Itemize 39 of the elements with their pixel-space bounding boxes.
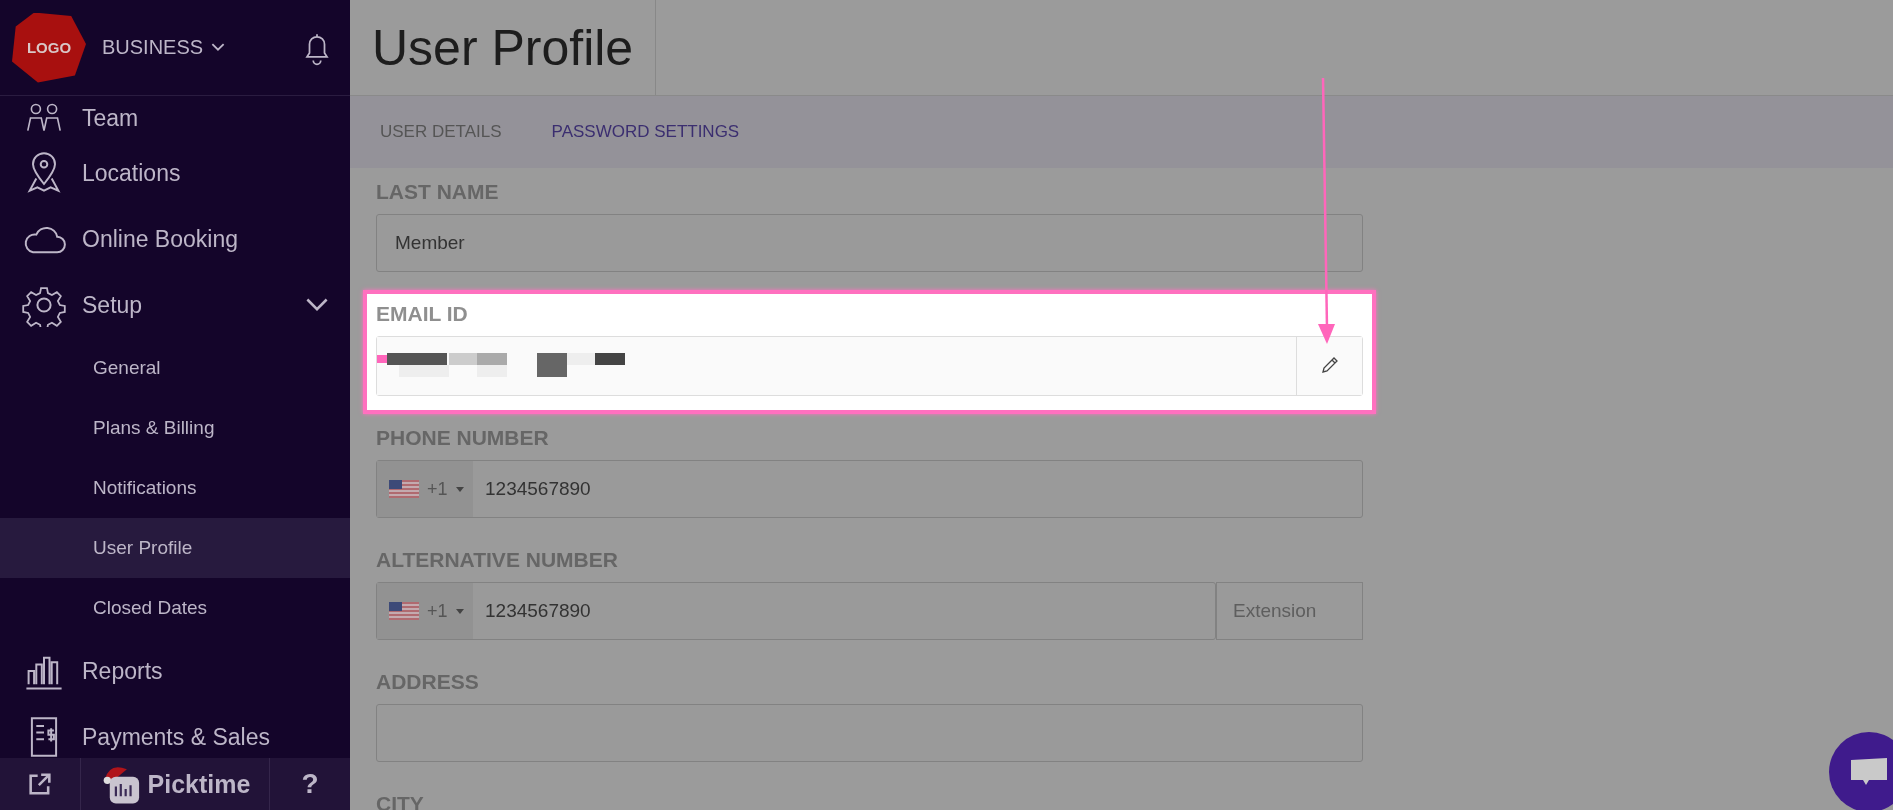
phone-value: 1234567890 [484, 478, 591, 500]
nav-item[interactable]: Locations [0, 140, 350, 206]
nav-subitem[interactable]: Closed Dates [0, 578, 350, 638]
input-field[interactable] [376, 704, 1363, 762]
nav-subitem[interactable]: User Profile [0, 518, 350, 578]
business-dropdown[interactable]: BUSINESS [102, 36, 226, 59]
extension-field[interactable]: Extension [1216, 582, 1363, 640]
nav-label: Online Booking [82, 225, 238, 253]
nav-item[interactable]: Payments & Sales [0, 704, 350, 758]
logo-badge: LOGO [12, 12, 86, 83]
page-title: User Profile [350, 0, 657, 95]
tab[interactable]: PASSWORD SETTINGS [551, 116, 740, 148]
nav-label: Team [82, 104, 139, 132]
nav-item[interactable]: Setup [0, 272, 350, 338]
nav-item[interactable]: Reports [0, 638, 350, 704]
caret-icon [455, 486, 464, 492]
chat-button[interactable] [1829, 732, 1893, 810]
nav-label: Reports [82, 657, 163, 685]
nav-subitem[interactable]: General [0, 338, 350, 398]
flag-icon [389, 602, 419, 620]
nav-item[interactable]: Team [0, 96, 350, 140]
phone-field[interactable]: +1 1234567890 [376, 460, 1363, 518]
chevron-icon [211, 43, 226, 52]
nav-subitem[interactable]: Notifications [0, 458, 350, 518]
nav-label: Payments & Sales [82, 723, 270, 751]
caret-icon [455, 608, 464, 614]
help-button[interactable]: ? [295, 767, 325, 801]
chevron-icon[interactable] [306, 298, 328, 312]
nav-subitem[interactable]: Plans & Billing [0, 398, 350, 458]
brand-name: Picktime [147, 769, 251, 799]
field-label: EMAIL ID [376, 302, 469, 326]
nav-label: Setup [82, 291, 143, 319]
nav-item[interactable]: Online Booking [0, 206, 350, 272]
input-field[interactable]: Member [376, 214, 1363, 272]
external-link-icon[interactable] [26, 770, 54, 798]
flag-icon [389, 480, 419, 498]
phone-value: 1234567890 [484, 600, 591, 622]
phone-field[interactable]: +1 1234567890 [376, 582, 1216, 640]
nav-label: Locations [82, 159, 181, 187]
